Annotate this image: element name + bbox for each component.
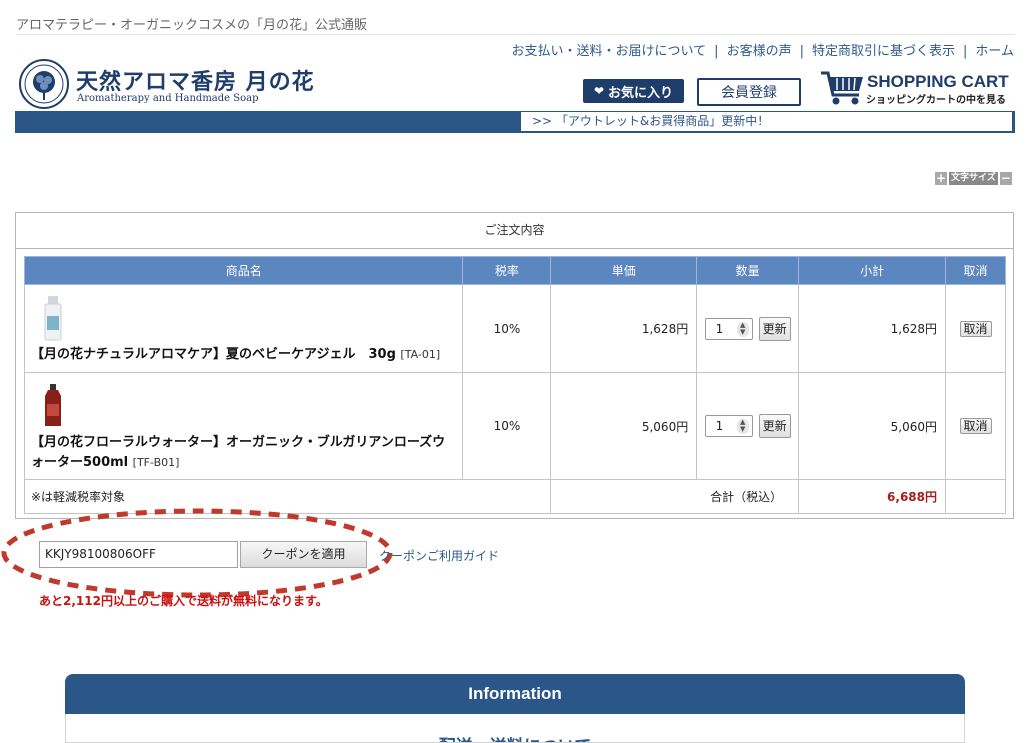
col-header-price: 単価 [550,256,698,285]
quantity-stepper[interactable]: 1 ▲ ▼ [704,317,753,340]
total-value: 6,688円 [798,479,947,514]
order-title: ご注文内容 [16,213,1013,249]
link-legal[interactable]: 特定商取引に基づく表示 [812,44,955,59]
cancel-cell: 取消 [945,284,1006,373]
cart-title: SHOPPING CART [867,72,1009,91]
information-body: 配送・送料について [65,714,965,743]
product-thumbnail[interactable] [31,294,75,342]
tagline-divider [16,34,1015,35]
top-links: お支払い・送料・お届けについて | お客様の声 | 特定商取引に基づく表示 | ホーム [512,40,1014,59]
update-button[interactable]: 更新 [758,316,791,341]
font-size-label: 文字サイズ [949,172,998,185]
shipping-info-heading: 配送・送料について [66,732,964,742]
col-header-cancel: 取消 [945,256,1006,285]
total-empty-cell [945,479,1006,514]
brand-name[interactable]: 天然アロマ香房 月の花 [76,64,315,96]
information-title: Information [65,674,965,714]
information-section: Information 配送・送料について [65,674,965,743]
spin-arrows-icon[interactable]: ▲ ▼ [736,321,749,337]
cart-subtitle: ショッピングカートの中を見る [866,95,1006,106]
cancel-button[interactable]: 取消 [959,320,992,337]
product-code: [TA-01] [400,348,441,361]
font-size-minus-button[interactable]: − [999,172,1012,185]
subtotal: 5,060円 [798,372,947,480]
product-name-link[interactable]: 【月の花フローラルウォーター】オーガニック・ブルガリアンローズウォーター500m… [31,433,456,473]
link-home[interactable]: ホーム [975,44,1014,59]
table-row: 【月の花ナチュラルアロマケア】夏のベビーケアジェル 30g [TA-01] 10… [23,284,1006,373]
col-header-subtotal: 小計 [798,256,947,285]
member-register-button[interactable]: 会員登録 [697,78,801,106]
table-header-row: 商品名 税率 単価 数量 小計 取消 [23,256,1006,285]
favorites-button[interactable]: ❤ お気に入り [583,79,684,103]
table-row: 【月の花フローラルウォーター】オーガニック・ブルガリアンローズウォーター500m… [23,372,1006,480]
product-thumbnail[interactable] [31,382,75,430]
product-code: [TF-B01] [132,455,180,469]
heart-icon: ❤ [593,84,605,98]
unit-price: 5,060円 [550,372,698,480]
subtotal: 1,628円 [798,284,947,373]
favorites-label: お気に入り [608,85,674,101]
spin-arrows-icon[interactable]: ▲ ▼ [736,419,749,434]
tax-rate: 10% [462,284,552,373]
link-separator: | [799,44,804,59]
font-size-control: + 文字サイズ − [935,172,1012,185]
cart-table: 商品名 税率 単価 数量 小計 取消 【月の花ナチュラルアロマケア】夏のベビーケ… [23,256,1006,514]
link-separator: | [962,44,968,59]
apply-coupon-button[interactable]: クーポンを適用 [240,541,367,568]
font-size-plus-button[interactable]: + [935,172,947,185]
qty-cell: 1 ▲ ▼ 更新 [696,284,800,373]
col-header-product: 商品名 [23,256,464,285]
col-header-tax: 税率 [462,256,552,285]
brand-subtitle: Aromatherapy and Handmade Soap [77,93,259,104]
col-header-qty: 数量 [696,256,800,285]
product-cell: 【月の花フローラルウォーター】オーガニック・ブルガリアンローズウォーター500m… [23,372,464,480]
coupon-code-input[interactable]: KKJY98100806OFF [39,541,238,568]
link-voice[interactable]: お客様の声 [727,44,792,59]
qty-cell: 1 ▲ ▼ 更新 [696,372,800,480]
shopping-cart-link[interactable]: SHOPPING CART ショッピングカートの中を見る [819,67,1015,107]
cart-icon [821,71,863,105]
update-button[interactable]: 更新 [758,414,791,438]
tax-rate: 10% [462,372,552,480]
coupon-guide-link[interactable]: クーポンご利用ガイド [379,547,499,564]
news-ticker[interactable]: >> 「アウトレット&お買得商品」更新中！ [521,112,1012,131]
unit-price: 1,628円 [550,284,698,373]
link-separator: | [714,44,719,59]
cancel-button[interactable]: 取消 [959,418,992,434]
link-payment[interactable]: お支払い・送料・お届けについて [512,44,707,59]
total-label: 合計（税込） [550,479,800,514]
cancel-cell: 取消 [945,372,1006,480]
product-cell: 【月の花ナチュラルアロマケア】夏のベビーケアジェル 30g [TA-01] [23,284,464,373]
free-shipping-message: あと2,112円以上のご購入で送料が無料になります。 [39,594,328,608]
site-tagline: アロマテラピー・オーガニックコスメの「月の花」公式通販 [16,18,368,33]
product-name-link[interactable]: 【月の花ナチュラルアロマケア】夏のベビーケアジェル 30g [TA-01] [31,345,456,365]
quantity-stepper[interactable]: 1 ▲ ▼ [704,415,753,437]
brand-logo-icon[interactable] [18,59,70,109]
